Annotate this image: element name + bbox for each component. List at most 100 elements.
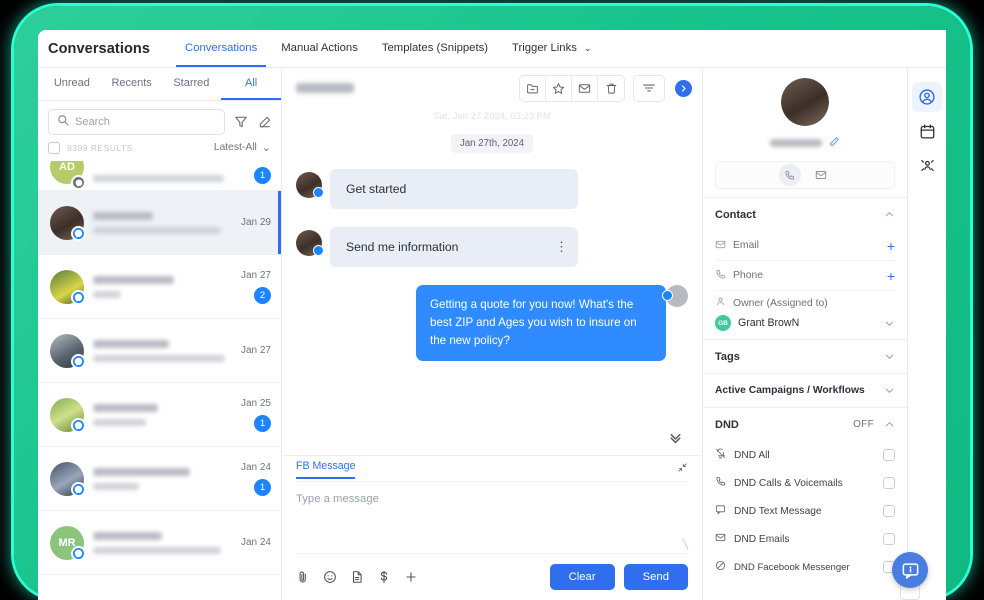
list-item-text [93, 403, 232, 426]
dnd-row-messenger[interactable]: DND Facebook Messenger [715, 553, 895, 581]
dnd-label: DND Calls & Voicemails [734, 477, 843, 489]
trash-icon[interactable] [598, 76, 624, 101]
avatar-image [781, 78, 829, 126]
message-scroll-area[interactable]: Sat, Jan 27 2024, 03:23 PM Jan 27th, 202… [282, 108, 702, 455]
calendar-icon[interactable] [912, 116, 942, 146]
list-item[interactable]: Jan 27 [38, 319, 281, 383]
document-icon[interactable] [350, 570, 364, 584]
message-input-placeholder: Type a message [296, 493, 379, 505]
list-item[interactable]: Jan 25 1 [38, 383, 281, 447]
resize-grip-icon[interactable]: ╲ [683, 539, 688, 550]
list-item[interactable]: AD 1 [38, 161, 281, 191]
chevron-down-icon[interactable] [884, 318, 895, 329]
nav-tab-label: Templates (Snippets) [381, 41, 488, 54]
chevron-up-icon[interactable] [884, 419, 895, 430]
scroll-to-bottom-icon[interactable] [667, 429, 684, 451]
dnd-checkbox[interactable] [883, 505, 895, 517]
message-row-outgoing: Getting a quote for you now! What's the … [296, 285, 688, 361]
list-item-name [93, 467, 191, 476]
conversation-panel: Sat, Jan 27 2024, 03:23 PM Jan 27th, 202… [282, 68, 703, 600]
add-email-button[interactable]: + [887, 239, 895, 253]
filter-tab-all[interactable]: All [221, 68, 281, 100]
envelope-icon[interactable] [572, 75, 598, 101]
section-campaigns-header[interactable]: Active Campaigns / Workflows [715, 374, 895, 407]
sort-filter-button[interactable] [633, 74, 665, 102]
chevron-down-icon[interactable] [884, 385, 895, 396]
messenger-badge-icon [662, 290, 673, 301]
section-title: Tags [715, 350, 740, 363]
list-item-date: Jan 27 [240, 345, 271, 356]
list-item[interactable]: Jan 29 [38, 191, 281, 255]
avatar[interactable] [781, 78, 829, 126]
dollar-icon[interactable] [377, 570, 391, 584]
nav-tab-conversations[interactable]: Conversations [176, 31, 267, 67]
section-contact-header[interactable]: Contact [715, 198, 895, 231]
dnd-row-calls[interactable]: DND Calls & Voicemails [715, 469, 895, 497]
faded-timestamp: Sat, Jan 27 2024, 03:23 PM [433, 111, 551, 122]
section-title: Active Campaigns / Workflows [715, 385, 865, 396]
dnd-row-text[interactable]: DND Text Message [715, 497, 895, 525]
message-menu-icon[interactable]: ⋮ [555, 240, 568, 253]
list-item[interactable]: MR Jan 24 [38, 511, 281, 575]
message-input[interactable]: Type a message ╲ [296, 482, 688, 554]
star-icon[interactable] [546, 75, 572, 101]
opportunities-icon[interactable] [912, 150, 942, 180]
avatar [296, 230, 324, 256]
list-item[interactable]: Jan 24 1 [38, 447, 281, 511]
contact-icon[interactable] [912, 82, 942, 112]
envelope-icon[interactable] [810, 164, 832, 186]
search-box[interactable] [48, 109, 225, 135]
dnd-row-all[interactable]: DND All [715, 441, 895, 469]
field-phone[interactable]: Phone + [715, 261, 895, 291]
chevron-right-icon[interactable] [675, 79, 692, 97]
message-bubble[interactable]: Getting a quote for you now! What's the … [416, 285, 666, 361]
nav-tab-trigger-links[interactable]: Trigger Links ⌄ [503, 31, 601, 67]
owner-row[interactable]: GB Grant BrowN [715, 310, 895, 339]
message-bubble[interactable]: Send me information ⋮ [330, 227, 578, 267]
dnd-row-emails[interactable]: DND Emails [715, 525, 895, 553]
phone-icon[interactable] [778, 164, 801, 186]
filter-icon[interactable] [233, 114, 249, 130]
list-item-name [93, 275, 174, 284]
filter-tab-recents[interactable]: Recents [102, 68, 162, 100]
contact-details-panel: Contact Email + Phone + Owner (Assigned … [703, 68, 908, 600]
clear-button[interactable]: Clear [549, 564, 615, 590]
compose-icon[interactable] [257, 114, 273, 130]
list-item-meta: Jan 27 2 [241, 270, 271, 304]
list-item[interactable]: Jan 27 2 [38, 255, 281, 319]
chevron-down-icon[interactable] [884, 351, 895, 362]
section-dnd-header[interactable]: DND OFF [715, 408, 895, 441]
nav-tab-templates[interactable]: Templates (Snippets) [373, 31, 497, 67]
filter-icon[interactable] [634, 76, 664, 101]
collapse-icon[interactable] [677, 460, 688, 478]
filter-tab-unread[interactable]: Unread [42, 68, 102, 100]
composer-channel-tab[interactable]: FB Message [296, 460, 356, 479]
no-entry-icon [715, 558, 726, 576]
list-item-preview [93, 226, 221, 234]
add-phone-button[interactable]: + [887, 269, 895, 283]
plus-icon[interactable] [404, 570, 418, 584]
contact-name-row [715, 134, 895, 152]
owner-label-row: Owner (Assigned to) [715, 291, 895, 310]
emoji-icon[interactable] [323, 570, 337, 584]
dnd-checkbox[interactable] [883, 449, 895, 461]
dnd-checkbox[interactable] [883, 533, 895, 545]
send-button[interactable]: Send [623, 564, 688, 590]
search-input[interactable] [75, 116, 216, 128]
filter-tab-starred[interactable]: Starred [162, 68, 222, 100]
help-chat-icon[interactable] [892, 552, 928, 588]
sort-dropdown[interactable]: Latest-All ⌄ [214, 141, 271, 154]
conversation-list[interactable]: AD 1 Jan 29 Jan 27 2 Jan 27 Jan 25 1 Jan… [38, 161, 281, 600]
field-email[interactable]: Email + [715, 231, 895, 261]
chevron-up-icon[interactable] [884, 209, 895, 220]
message-bubble[interactable]: Get started [330, 169, 578, 209]
section-tags-header[interactable]: Tags [715, 340, 895, 373]
list-item-meta: Jan 25 1 [241, 398, 271, 432]
nav-tab-manual-actions[interactable]: Manual Actions [272, 31, 367, 67]
field-label: Phone [733, 270, 764, 281]
pencil-icon[interactable] [829, 134, 840, 152]
dnd-checkbox[interactable] [883, 477, 895, 489]
archive-icon[interactable] [520, 75, 546, 101]
select-all-checkbox[interactable] [48, 141, 60, 154]
attachment-icon[interactable] [296, 570, 310, 584]
